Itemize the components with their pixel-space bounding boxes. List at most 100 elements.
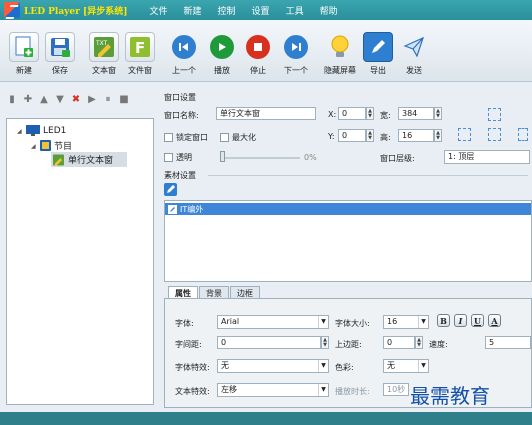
font-select[interactable]: Arial ▼	[217, 315, 329, 329]
top-margin-field[interactable]: 0	[383, 336, 415, 349]
tree-node-program[interactable]: ◢ 节目	[31, 139, 72, 152]
screen-icon	[26, 125, 40, 136]
import-icon[interactable]: ▮	[6, 93, 18, 105]
transparent-checkbox[interactable]: 透明	[164, 152, 192, 163]
menu-tools[interactable]: 工具	[278, 4, 312, 17]
x-spinner[interactable]: ▲ ▼	[366, 107, 374, 120]
height-spinner[interactable]: ▲ ▼	[434, 129, 442, 142]
x-field[interactable]: 0	[338, 107, 366, 120]
menu-new[interactable]: 新建	[176, 4, 210, 17]
pause-small-icon[interactable]: ⏸	[102, 93, 114, 105]
window-name-field[interactable]: 单行文本窗	[216, 107, 316, 120]
y-label: Y:	[328, 132, 335, 141]
move-down-icon[interactable]: ▼	[54, 93, 66, 105]
play-label: 播放	[214, 66, 230, 75]
play-small-icon[interactable]: ▶	[86, 93, 98, 105]
speed-field[interactable]: 5	[485, 336, 531, 349]
menu-control[interactable]: 控制	[210, 4, 244, 17]
transparency-value: 0%	[304, 153, 317, 162]
stop-small-icon[interactable]: ■	[118, 93, 130, 105]
duration-label: 播放时长:	[335, 387, 370, 396]
width-field[interactable]: 384	[398, 107, 434, 120]
new-button[interactable]: 新建	[6, 32, 42, 76]
send-icon	[403, 36, 424, 58]
tree-toolbar: ▮ ✚ ▲ ▼ ✖ ▶ ⏸ ■	[6, 90, 154, 108]
color-select[interactable]: 无 ▼	[383, 359, 429, 373]
spacing-spinner[interactable]: ▲ ▼	[321, 336, 329, 349]
watermark-text: 最需教育	[410, 384, 490, 408]
hide-screen-button[interactable]: 隐藏屏幕	[322, 32, 358, 76]
transparency-slider[interactable]	[220, 157, 300, 159]
bulb-icon	[331, 35, 349, 57]
tree-node-led1[interactable]: ◢ LED1	[17, 125, 66, 136]
align-right-icon[interactable]	[518, 128, 528, 141]
send-button[interactable]: 发送	[396, 32, 432, 76]
menu-bar: 文件 新建 控制 设置 工具 帮助	[142, 4, 346, 17]
font-label: 字体:	[175, 319, 194, 328]
maximize-checkbox[interactable]: 最大化	[220, 132, 256, 143]
dropdown-arrow-icon: ▼	[318, 360, 328, 372]
menu-settings[interactable]: 设置	[244, 4, 278, 17]
layer-select[interactable]: 1: 顶层	[444, 150, 530, 164]
prev-button[interactable]: 上一个	[166, 32, 202, 76]
text-window-button[interactable]: TXT 文本窗	[86, 32, 122, 76]
align-top-icon[interactable]	[488, 108, 501, 121]
collapse-icon[interactable]: ◢	[31, 143, 37, 150]
y-spinner[interactable]: ▲ ▼	[366, 129, 374, 142]
svg-text:F: F	[135, 39, 145, 57]
duration-field[interactable]: 10秒	[383, 383, 409, 396]
edit-material-icon[interactable]	[164, 183, 177, 196]
file-window-icon: F	[125, 32, 155, 62]
next-icon	[284, 35, 308, 59]
stop-label: 停止	[250, 66, 266, 75]
status-bar	[0, 412, 532, 425]
color-label: 色彩:	[335, 363, 354, 372]
export-button[interactable]: 导出	[360, 32, 396, 76]
text-shadow-button[interactable]: A	[488, 314, 501, 327]
svg-text:TXT: TXT	[95, 40, 108, 47]
menu-file[interactable]: 文件	[142, 4, 176, 17]
new-label: 新建	[16, 66, 32, 75]
font-effect-label: 字体特效:	[175, 363, 210, 372]
top-margin-spinner[interactable]: ▲ ▼	[415, 336, 423, 349]
font-size-select[interactable]: 16 ▼	[383, 315, 429, 329]
play-button[interactable]: 播放	[204, 32, 240, 76]
layer-label: 窗口层级:	[380, 154, 415, 163]
y-field[interactable]: 0	[338, 129, 366, 142]
speed-label: 速度:	[429, 340, 448, 349]
save-button[interactable]: 保存	[42, 32, 78, 76]
lock-window-checkbox[interactable]: 锁定窗口	[164, 132, 208, 143]
underline-button[interactable]: U	[471, 314, 484, 327]
export-icon	[363, 32, 393, 62]
move-up-icon[interactable]: ▲	[38, 93, 50, 105]
new-document-icon	[9, 32, 39, 62]
stop-button[interactable]: 停止	[240, 32, 276, 76]
program-tree: ◢ LED1 ◢ 节目 单行文本窗	[6, 118, 154, 405]
material-list-item[interactable]: IT编外	[165, 203, 531, 215]
spacing-field[interactable]: 0	[217, 336, 321, 349]
next-label: 下一个	[284, 66, 308, 75]
stop-icon	[246, 35, 270, 59]
bold-button[interactable]: B	[437, 314, 450, 327]
text-window-small-icon	[53, 154, 64, 165]
align-center-icon[interactable]	[488, 128, 501, 141]
width-spinner[interactable]: ▲ ▼	[434, 107, 442, 120]
height-field[interactable]: 16	[398, 129, 434, 142]
text-effect-select[interactable]: 左移 ▼	[217, 383, 329, 397]
next-button[interactable]: 下一个	[278, 32, 314, 76]
font-effect-select[interactable]: 无 ▼	[217, 359, 329, 373]
italic-button[interactable]: I	[454, 314, 467, 327]
add-icon[interactable]: ✚	[22, 93, 34, 105]
hide-screen-label: 隐藏屏幕	[324, 66, 356, 75]
file-window-button[interactable]: F 文件窗	[122, 32, 158, 76]
menu-help[interactable]: 帮助	[312, 4, 346, 17]
text-effect-label: 文本特效:	[175, 387, 210, 396]
text-window-label: 文本窗	[92, 66, 116, 75]
align-left-icon[interactable]	[458, 128, 471, 141]
previous-icon	[172, 35, 196, 59]
collapse-icon[interactable]: ◢	[17, 128, 23, 135]
file-window-label: 文件窗	[128, 66, 152, 75]
delete-icon[interactable]: ✖	[70, 93, 82, 105]
tree-node-text-window[interactable]: 单行文本窗	[51, 152, 127, 167]
transparency-thumb[interactable]	[220, 151, 225, 162]
